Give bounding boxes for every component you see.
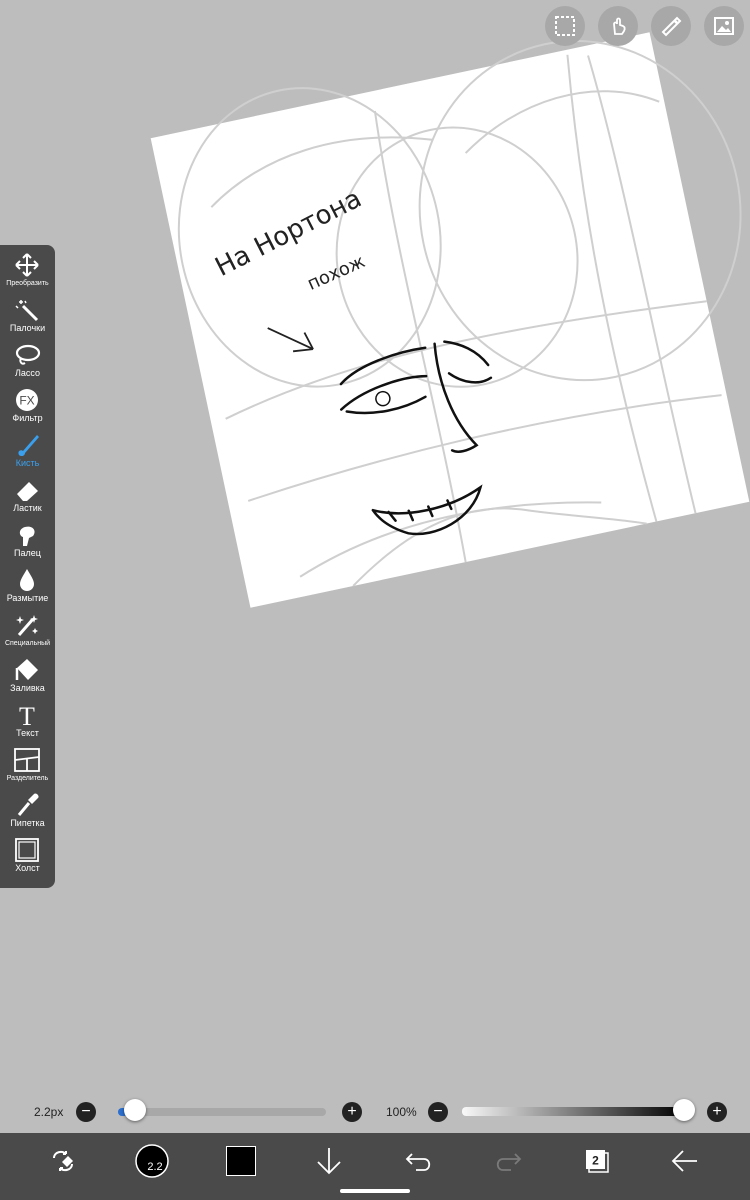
back-arrow-icon bbox=[671, 1150, 697, 1172]
hand-button[interactable] bbox=[598, 6, 638, 46]
tool-label: Пипетка bbox=[10, 818, 45, 828]
tool-eraser[interactable]: Ластик bbox=[0, 470, 55, 515]
ruler-icon bbox=[661, 16, 682, 37]
brush-size-slider[interactable] bbox=[118, 1108, 326, 1116]
tool-label: Палочки bbox=[9, 323, 46, 333]
tool-frame-divider[interactable]: Разделитель bbox=[0, 740, 55, 785]
tool-blur[interactable]: Размытие bbox=[0, 560, 55, 605]
tool-label: Палец bbox=[14, 548, 41, 558]
fx-icon: FX bbox=[16, 389, 38, 411]
material-button[interactable] bbox=[704, 6, 744, 46]
color-swatch-icon bbox=[226, 1146, 256, 1176]
tool-palette: Преобразить Палочки Лассо FX Фильтр Кист… bbox=[0, 245, 55, 888]
arrow-down-icon bbox=[317, 1148, 341, 1175]
tool-label: Разделитель bbox=[6, 775, 49, 782]
brush-preview-icon: 2.2 bbox=[135, 1144, 169, 1178]
plus-icon: + bbox=[347, 1103, 357, 1120]
image-icon bbox=[714, 17, 734, 35]
tool-label: Фильтр bbox=[12, 413, 43, 423]
canvas-paper bbox=[150, 32, 750, 608]
sparkle-pen-icon bbox=[16, 615, 38, 636]
tool-label: Преобразить bbox=[6, 280, 49, 287]
minus-icon: − bbox=[433, 1103, 443, 1120]
minus-icon: − bbox=[81, 1103, 91, 1120]
transform-eraser-icon bbox=[53, 1150, 73, 1172]
svg-text:T: T bbox=[19, 703, 35, 727]
brush-settings-bar: 2.2px − + 100% − + bbox=[0, 1098, 750, 1128]
tool-transform[interactable]: Преобразить bbox=[0, 245, 55, 290]
brush-size-slider-knob[interactable] bbox=[124, 1099, 147, 1121]
tool-label: Размытие bbox=[6, 593, 49, 603]
selection-button[interactable] bbox=[545, 6, 585, 46]
tool-canvas[interactable]: Холст bbox=[0, 830, 55, 875]
tool-label: Текст bbox=[16, 728, 39, 738]
brush-size-value: 2.2px bbox=[34, 1105, 64, 1119]
brush-preview-button[interactable]: 2.2 bbox=[134, 1143, 170, 1179]
tool-filter[interactable]: FX Фильтр bbox=[0, 380, 55, 425]
plus-icon: + bbox=[712, 1103, 722, 1120]
color-swatch-button[interactable] bbox=[224, 1143, 258, 1179]
undo-icon bbox=[405, 1153, 431, 1171]
transform-eraser-button[interactable] bbox=[45, 1143, 81, 1179]
magic-wand-icon bbox=[15, 300, 39, 322]
home-indicator bbox=[340, 1189, 410, 1193]
tool-finger[interactable]: Палец bbox=[0, 515, 55, 560]
hand-tap-icon bbox=[613, 17, 626, 35]
drawing-canvas[interactable]: На Нортона похож bbox=[0, 0, 750, 1200]
tool-label: Заливка bbox=[10, 683, 45, 693]
tool-brush[interactable]: Кисть bbox=[0, 425, 55, 470]
layers-icon: 2 bbox=[586, 1150, 609, 1173]
tool-special[interactable]: Специальный bbox=[0, 605, 55, 650]
download-button[interactable] bbox=[314, 1143, 344, 1179]
tool-label: Ластик bbox=[13, 503, 42, 513]
tool-lasso[interactable]: Лассо bbox=[0, 335, 55, 380]
opacity-slider-knob[interactable] bbox=[673, 1099, 695, 1121]
undo-button[interactable] bbox=[403, 1143, 435, 1179]
tool-fill[interactable]: Заливка bbox=[0, 650, 55, 695]
opacity-decrease-button[interactable]: − bbox=[428, 1102, 448, 1122]
blur-drop-icon bbox=[20, 569, 34, 591]
layers-button[interactable]: 2 bbox=[580, 1143, 614, 1179]
tool-label: Кисть bbox=[15, 458, 40, 468]
brush-size-decrease-button[interactable]: − bbox=[76, 1102, 96, 1122]
layer-count: 2 bbox=[592, 1154, 599, 1168]
dashed-square-icon bbox=[555, 16, 575, 36]
frame-divider-icon bbox=[14, 748, 40, 772]
brush-preview-value: 2.2 bbox=[147, 1161, 162, 1173]
tool-label: Лассо bbox=[14, 368, 41, 378]
text-icon: T bbox=[19, 703, 35, 727]
tool-label: Специальный bbox=[4, 640, 51, 647]
finger-icon bbox=[19, 526, 35, 546]
bucket-icon bbox=[15, 659, 38, 680]
redo-button[interactable] bbox=[492, 1143, 524, 1179]
brush-icon bbox=[18, 435, 39, 457]
opacity-value: 100% bbox=[386, 1105, 417, 1119]
opacity-slider[interactable] bbox=[462, 1107, 684, 1116]
svg-text:FX: FX bbox=[19, 394, 34, 408]
tool-text[interactable]: T Текст bbox=[0, 695, 55, 740]
redo-icon bbox=[496, 1153, 522, 1171]
back-button[interactable] bbox=[668, 1143, 702, 1179]
move-arrows-icon bbox=[15, 253, 39, 277]
tool-magic-wand[interactable]: Палочки bbox=[0, 290, 55, 335]
tool-eyedropper[interactable]: Пипетка bbox=[0, 785, 55, 830]
opacity-increase-button[interactable]: + bbox=[707, 1102, 727, 1122]
canvas-icon bbox=[15, 838, 39, 862]
tool-label: Холст bbox=[15, 863, 40, 873]
brush-size-increase-button[interactable]: + bbox=[342, 1102, 362, 1122]
lasso-icon bbox=[15, 344, 41, 365]
ruler-button[interactable] bbox=[651, 6, 691, 46]
eyedropper-icon bbox=[17, 793, 39, 816]
eraser-icon bbox=[17, 482, 38, 501]
